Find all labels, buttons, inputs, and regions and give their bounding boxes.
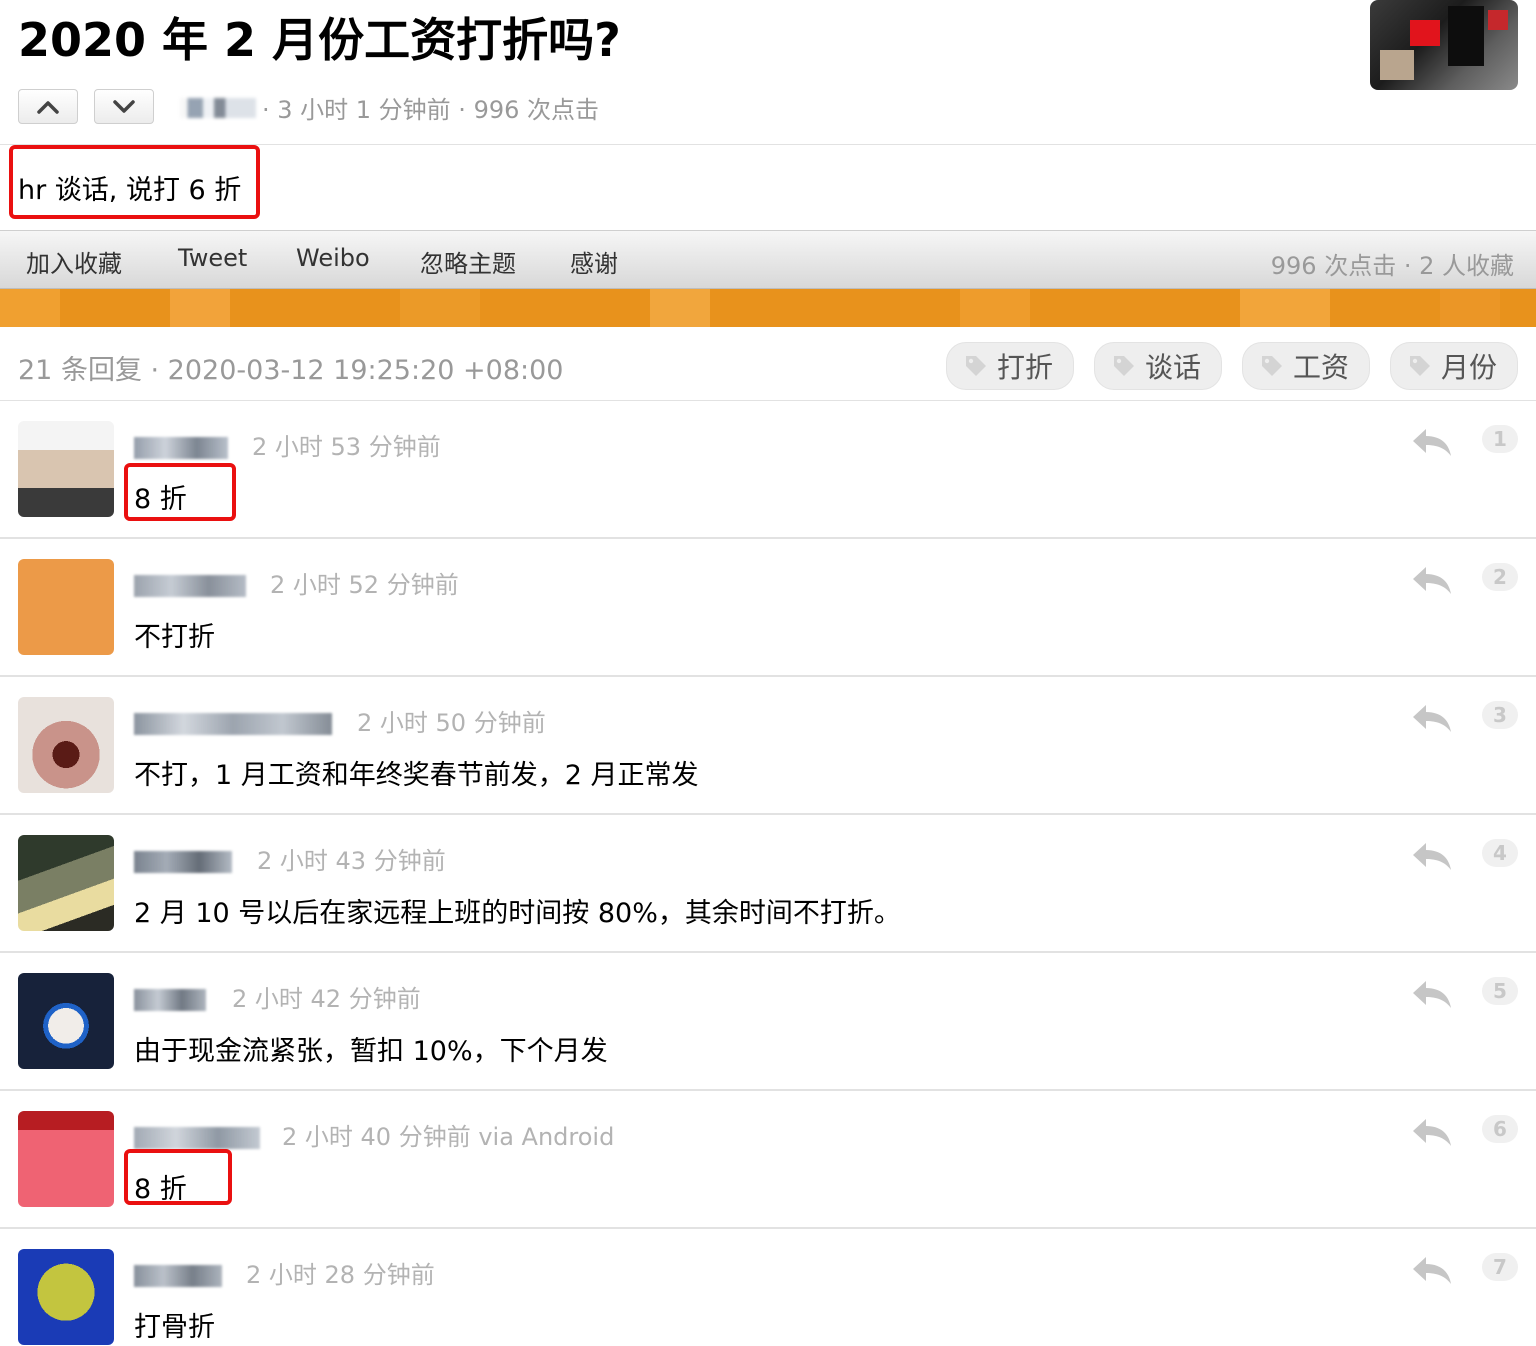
reply-item: 2 小时 43 分钟前 2 月 10 号以后在家远程上班的时间按 80%，其余时… — [0, 815, 1536, 953]
downvote-button[interactable] — [94, 89, 154, 124]
floor-number: 5 — [1482, 977, 1518, 1005]
tag-gongzi[interactable]: 工资 — [1242, 342, 1370, 390]
author-name-redacted[interactable] — [180, 98, 256, 118]
reply-time: 2 小时 28 分钟前 — [246, 1261, 435, 1289]
reply-content: 8 折 — [134, 484, 187, 515]
tag-icon — [1262, 356, 1282, 376]
reply-content: 8 折 — [134, 1174, 187, 1205]
username-redacted[interactable] — [134, 989, 206, 1011]
tag-icon — [1410, 356, 1430, 376]
reply-content: 不打折 — [134, 622, 215, 653]
tag-dazhe[interactable]: 打折 — [946, 342, 1074, 390]
replies-header: 21 条回复 · 2020-03-12 19:25:20 +08:00 打折 谈… — [0, 328, 1536, 400]
reply-arrow-icon[interactable] — [1410, 977, 1454, 1011]
topic-title: 2020 年 2 月份工资打折吗? — [18, 13, 621, 67]
topic-toolbar: 加入收藏 Tweet Weibo 忽略主题 感谢 996 次点击 · 2 人收藏 — [0, 230, 1536, 289]
reply-time: 2 小时 40 分钟前 via Android — [282, 1123, 615, 1151]
tag-label: 打折 — [997, 351, 1054, 384]
tweet-link[interactable]: Tweet — [178, 244, 247, 272]
ignore-topic-link[interactable]: 忽略主题 — [420, 244, 516, 279]
reply-item: 2 小时 52 分钟前 不打折 2 — [0, 539, 1536, 677]
username-redacted[interactable] — [134, 437, 228, 459]
reply-arrow-icon[interactable] — [1410, 1115, 1454, 1149]
reply-arrow-icon[interactable] — [1410, 839, 1454, 873]
favorite-link[interactable]: 加入收藏 — [26, 244, 122, 279]
user-avatar[interactable] — [18, 835, 114, 931]
floor-number: 6 — [1482, 1115, 1518, 1143]
reply-arrow-icon[interactable] — [1410, 563, 1454, 597]
tag-label: 谈话 — [1145, 351, 1202, 384]
decorative-banner — [0, 289, 1536, 327]
tag-icon — [1114, 356, 1134, 376]
floor-number: 2 — [1482, 563, 1518, 591]
user-avatar[interactable] — [18, 421, 114, 517]
tag-label: 月份 — [1441, 351, 1498, 384]
user-avatar[interactable] — [18, 559, 114, 655]
topic-content: hr 谈话, 说打 6 折 — [18, 175, 242, 206]
reply-time: 2 小时 42 分钟前 — [232, 985, 421, 1013]
chevron-down-icon — [113, 99, 135, 113]
reply-time: 2 小时 53 分钟前 — [252, 433, 441, 461]
reply-item: 2 小时 53 分钟前 8 折 1 — [0, 401, 1536, 539]
reply-item: 2 小时 50 分钟前 不打，1 月工资和年终奖春节前发，2 月正常发 3 — [0, 677, 1536, 815]
chevron-up-icon — [37, 100, 59, 114]
user-avatar[interactable] — [18, 1249, 114, 1345]
floor-number: 3 — [1482, 701, 1518, 729]
reply-time: 2 小时 52 分钟前 — [270, 571, 459, 599]
reply-summary: 21 条回复 · 2020-03-12 19:25:20 +08:00 — [18, 355, 564, 386]
username-redacted[interactable] — [134, 713, 332, 735]
username-redacted[interactable] — [134, 851, 232, 873]
user-avatar[interactable] — [18, 697, 114, 793]
username-redacted[interactable] — [134, 1127, 260, 1149]
floor-number: 7 — [1482, 1253, 1518, 1281]
floor-number: 4 — [1482, 839, 1518, 867]
tag-label: 工资 — [1293, 351, 1350, 384]
author-avatar[interactable] — [1370, 0, 1518, 90]
tag-icon — [966, 356, 986, 376]
thanks-link[interactable]: 感谢 — [570, 244, 618, 279]
weibo-link[interactable]: Weibo — [296, 244, 370, 272]
reply-arrow-icon[interactable] — [1410, 701, 1454, 735]
user-avatar[interactable] — [18, 973, 114, 1069]
user-avatar[interactable] — [18, 1111, 114, 1207]
username-redacted[interactable] — [134, 1265, 222, 1287]
reply-content: 由于现金流紧张，暂扣 10%，下个月发 — [134, 1036, 608, 1067]
tag-tanhua[interactable]: 谈话 — [1094, 342, 1222, 390]
tag-yuefen[interactable]: 月份 — [1390, 342, 1518, 390]
reply-item: 2 小时 42 分钟前 由于现金流紧张，暂扣 10%，下个月发 5 — [0, 953, 1536, 1091]
topic-stats: 996 次点击 · 2 人收藏 — [1270, 252, 1514, 280]
reply-time: 2 小时 50 分钟前 — [357, 709, 546, 737]
floor-number: 1 — [1482, 425, 1518, 453]
reply-arrow-icon[interactable] — [1410, 425, 1454, 459]
header-divider — [0, 144, 1536, 145]
upvote-button[interactable] — [18, 89, 78, 124]
reply-arrow-icon[interactable] — [1410, 1253, 1454, 1287]
reply-item: 2 小时 28 分钟前 打骨折 7 — [0, 1229, 1536, 1346]
reply-time: 2 小时 43 分钟前 — [257, 847, 446, 875]
reply-item: 2 小时 40 分钟前 via Android 8 折 6 — [0, 1091, 1536, 1229]
reply-content: 2 月 10 号以后在家远程上班的时间按 80%，其余时间不打折。 — [134, 898, 901, 929]
reply-content: 打骨折 — [134, 1312, 215, 1343]
reply-content: 不打，1 月工资和年终奖春节前发，2 月正常发 — [134, 760, 699, 791]
topic-meta: · 3 小时 1 分钟前 · 996 次点击 — [262, 96, 600, 124]
username-redacted[interactable] — [134, 575, 246, 597]
